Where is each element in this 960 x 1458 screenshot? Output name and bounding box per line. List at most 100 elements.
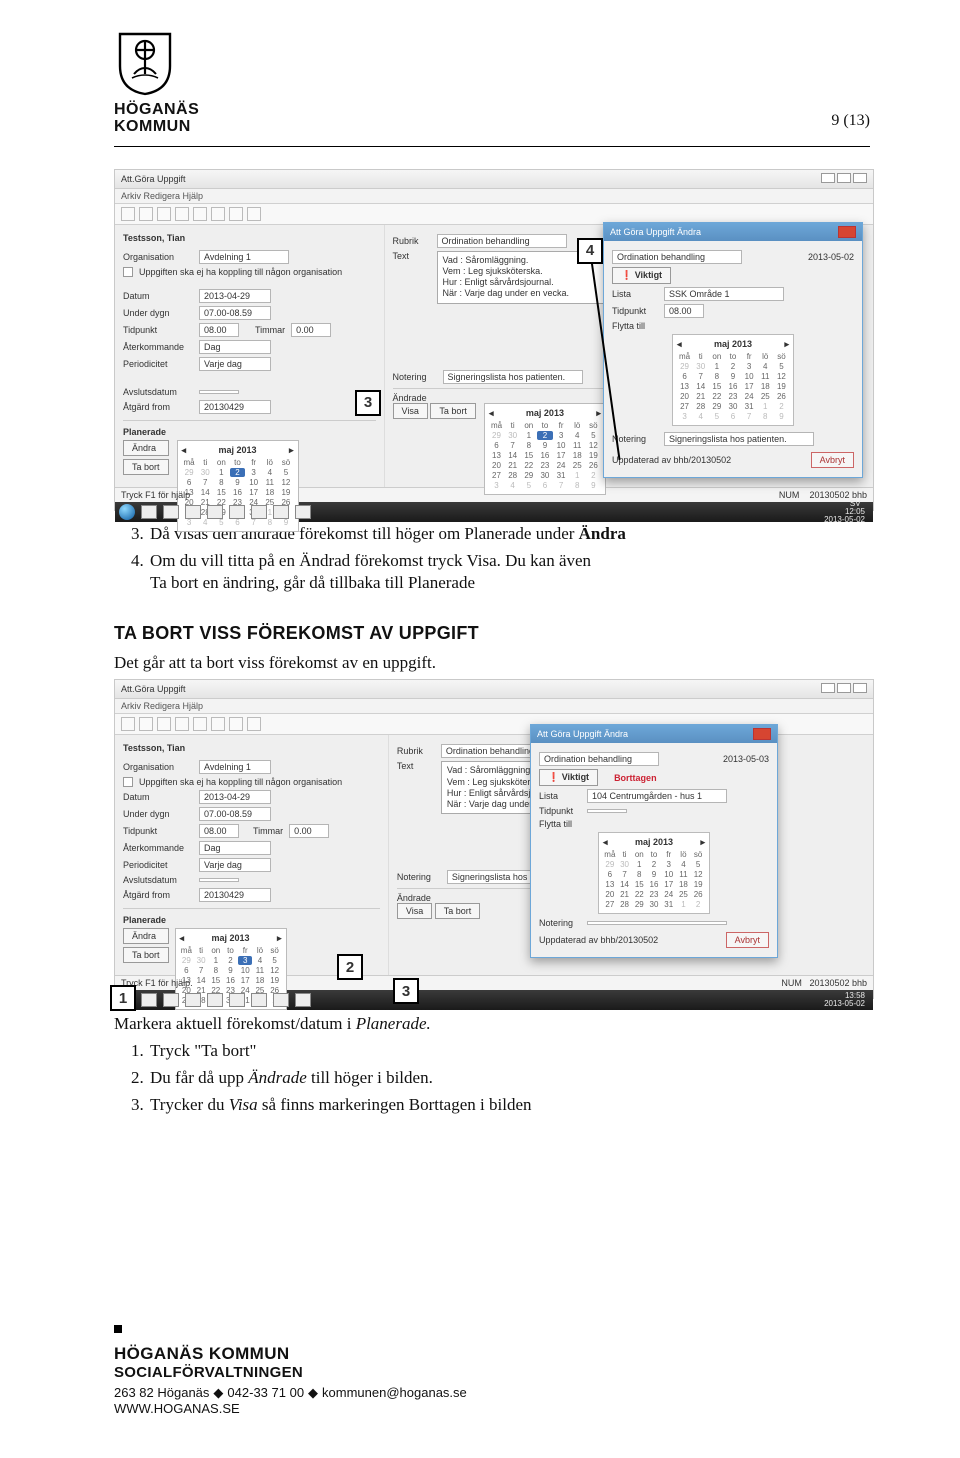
list-item: Tryck "Ta bort" <box>148 1040 870 1063</box>
timmar-label: Timmar <box>255 325 285 335</box>
toolbar-icon[interactable] <box>229 207 243 221</box>
toolbar-icon[interactable] <box>193 207 207 221</box>
borttagen-badge: Borttagen <box>614 773 657 783</box>
toolbar-icon[interactable] <box>121 207 135 221</box>
taskbar-icon[interactable] <box>163 505 179 519</box>
page-header: HÖGANÄS KOMMUN 9 (13) <box>114 30 870 136</box>
uppdaterad-label: Uppdaterad av bhb/20130502 <box>612 455 731 465</box>
taskbar-icon[interactable] <box>273 505 289 519</box>
menu-bar[interactable]: Arkiv Redigera Hjälp <box>115 699 873 714</box>
footer-dept: SOCIALFÖRVALTNINGEN <box>114 1364 500 1381</box>
tabort-button[interactable]: Ta bort <box>430 403 476 419</box>
notering-input[interactable]: Signeringslista hos patienten. <box>443 370 583 384</box>
viktigt-button[interactable]: ❗ Viktigt <box>539 769 598 786</box>
window-buttons[interactable] <box>819 683 867 695</box>
avslutsdatum-input[interactable] <box>199 390 239 394</box>
datum-label: Datum <box>123 291 193 301</box>
planerade-head: Planerade <box>123 427 376 437</box>
under-dygn-input[interactable]: 07.00-08.59 <box>199 306 271 320</box>
section-heading: TA BORT VISS FÖREKOMST AV UPPGIFT <box>114 623 870 644</box>
andra-dialog: Att Göra Uppgift Ändra Ordination behand… <box>603 222 863 478</box>
footer-web: WWW.HOGANAS.SE <box>114 1401 500 1416</box>
text-label: Text <box>393 251 431 261</box>
andra-button[interactable]: Ändra <box>123 928 169 944</box>
lista-input[interactable]: SSK Område 1 <box>664 287 784 301</box>
list-item: Om du vill titta på en Ändrad förekomst … <box>148 550 870 596</box>
tabort-button[interactable]: Ta bort <box>123 947 169 963</box>
toolbar-icon[interactable] <box>211 207 225 221</box>
callout-3: 3 <box>355 390 381 416</box>
list-item: Trycker du Visa så finns markeringen Bor… <box>148 1094 870 1117</box>
dialog-title: Att Göra Uppgift Ändra <box>610 227 701 237</box>
avbryt-button[interactable]: Avbryt <box>811 452 854 468</box>
tabort-button[interactable]: Ta bort <box>435 903 481 919</box>
instruction-block-1: Då visas den ändrade förekomst till höge… <box>114 523 870 596</box>
taskbar-icon[interactable] <box>251 505 267 519</box>
periodicitet-input[interactable]: Varje dag <box>199 357 271 371</box>
screenshot-2: Att.Göra Uppgift Arkiv Redigera Hjälp Te… <box>114 679 874 999</box>
notering-label: Notering <box>393 372 437 382</box>
dlg-ord: Ordination behandling <box>612 250 742 264</box>
person-name: Testsson, Tian <box>123 231 376 247</box>
dlg-calendar[interactable]: ◂maj 2013▸ måtiontofrlösö 293012345 6789… <box>598 832 710 914</box>
footer-contact: 263 82 Höganäs◆042-33 71 00◆kommunen@hog… <box>114 1385 500 1401</box>
toolbar-icon[interactable] <box>157 207 171 221</box>
viktigt-button[interactable]: ❗ Viktigt <box>612 267 671 284</box>
datum-input[interactable]: 2013-04-29 <box>199 289 271 303</box>
window-title: Att.Göra Uppgift <box>121 174 186 184</box>
section-intro: Det går att ta bort viss förekomst av en… <box>114 652 870 675</box>
visa-button[interactable]: Visa <box>397 903 432 919</box>
intro-line: Markera aktuell förekomst/datum i Planer… <box>114 1013 870 1036</box>
page-footer: HÖGANÄS KOMMUN SOCIALFÖRVALTNINGEN 263 8… <box>114 1324 500 1416</box>
city-line1: HÖGANÄS <box>114 102 199 119</box>
tidpunkt-label: Tidpunkt <box>123 325 193 335</box>
tidpunkt-input[interactable]: 08.00 <box>199 323 239 337</box>
aterkommande-input[interactable]: Dag <box>199 340 271 354</box>
taskbar-icon[interactable] <box>185 505 201 519</box>
page-number: 9 (13) <box>831 112 870 136</box>
instruction-block-2: Markera aktuell förekomst/datum i Planer… <box>114 1013 870 1117</box>
andra-dialog: Att Göra Uppgift Ändra Ordination behand… <box>530 724 778 958</box>
taskbar-clock: SV 12:05 2013-05-02 <box>824 500 869 524</box>
andra-button[interactable]: Ändra <box>123 440 169 456</box>
toolbar-icon[interactable] <box>247 207 261 221</box>
close-icon[interactable] <box>838 226 856 238</box>
avslutsdatum-label: Avslutsdatum <box>123 387 193 397</box>
under-dygn-label: Under dygn <box>123 308 193 318</box>
taskbar-icon[interactable] <box>295 505 311 519</box>
city-line2: KOMMUN <box>114 119 199 136</box>
rubrik-input[interactable]: Ordination behandling <box>437 234 567 248</box>
menu-bar[interactable]: Arkiv Redigera Hjälp <box>115 189 873 204</box>
tabort-button[interactable]: Ta bort <box>123 459 169 475</box>
taskbar-icon[interactable] <box>229 505 245 519</box>
header-rule <box>114 146 870 147</box>
footer-org: HÖGANÄS KOMMUN <box>114 1344 500 1364</box>
toolbar-icon[interactable] <box>139 207 153 221</box>
callout-3: 3 <box>393 978 419 1004</box>
no-org-checkbox[interactable] <box>123 777 133 787</box>
start-orb-icon[interactable] <box>119 504 135 520</box>
taskbar-icon[interactable] <box>207 505 223 519</box>
dlg-tidpunkt[interactable]: 08.00 <box>664 304 704 318</box>
bullet-icon <box>114 1325 122 1333</box>
toolbar-icon[interactable] <box>175 207 189 221</box>
dlg-calendar[interactable]: ◂maj 2013▸ måtiontofrlösö 293012345 6789… <box>672 334 794 426</box>
dlg-date: 2013-05-02 <box>808 252 854 262</box>
no-org-checkbox[interactable] <box>123 267 133 277</box>
dlg-notering[interactable]: Signeringslista hos patienten. <box>664 432 814 446</box>
atgard-from-input[interactable]: 20130429 <box>199 400 271 414</box>
aterkommande-label: Återkommande <box>123 342 193 352</box>
taskbar-icon[interactable] <box>141 505 157 519</box>
visa-button[interactable]: Visa <box>393 403 428 419</box>
org-value[interactable]: Avdelning 1 <box>199 250 289 264</box>
close-icon[interactable] <box>753 728 771 740</box>
callout-1: 1 <box>110 985 136 1011</box>
callout-2: 2 <box>337 954 363 980</box>
timmar-input[interactable]: 0.00 <box>291 323 331 337</box>
andrade-calendar[interactable]: ◂maj 2013▸ måtiontofrlösö 293012345 6789… <box>484 403 606 495</box>
no-org-label: Uppgiften ska ej ha koppling till någon … <box>139 267 342 277</box>
window-buttons[interactable] <box>819 173 867 185</box>
window-title: Att.Göra Uppgift <box>121 684 186 694</box>
avbryt-button[interactable]: Avbryt <box>726 932 769 948</box>
planerade-head: Planerade <box>123 915 380 925</box>
